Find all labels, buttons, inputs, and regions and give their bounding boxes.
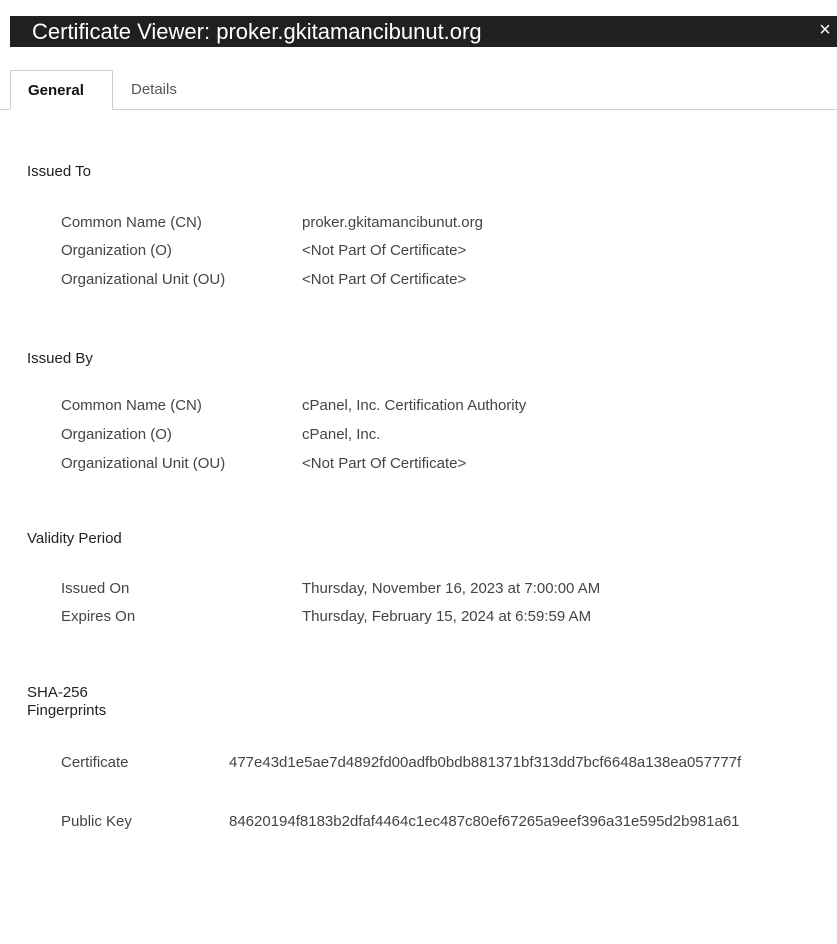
expires-on-label: Expires On bbox=[61, 608, 136, 625]
issued-by-ou-label: Organizational Unit (OU) bbox=[61, 455, 226, 472]
certificate-fingerprint-label: Certificate bbox=[61, 754, 129, 771]
issued-by-cn-value: cPanel, Inc. Certification Authority bbox=[302, 397, 527, 414]
dialog-title: Certificate Viewer: proker.gkitamancibun… bbox=[32, 19, 482, 44]
public-key-fingerprint-value: 84620194f8183b2dfaf4464c1ec487c80ef67265… bbox=[229, 813, 740, 830]
tab-general[interactable]: General bbox=[10, 70, 113, 110]
expires-on-value: Thursday, February 15, 2024 at 6:59:59 A… bbox=[302, 608, 592, 625]
dialog-titlebar: Certificate Viewer: proker.gkitamancibun… bbox=[0, 0, 837, 47]
public-key-fingerprint-label: Public Key bbox=[61, 813, 132, 830]
issued-to-ou-value: <Not Part Of Certificate> bbox=[302, 271, 467, 288]
close-icon[interactable]: × bbox=[813, 16, 837, 47]
section-heading-validity: Validity Period bbox=[27, 530, 122, 547]
section-heading-fingerprints-line2: Fingerprints bbox=[27, 702, 107, 719]
issued-by-o-label: Organization (O) bbox=[61, 426, 172, 443]
certificate-fingerprint-value: 477e43d1e5ae7d4892fd00adfb0bdb881371bf31… bbox=[229, 754, 742, 771]
section-heading-issued-by: Issued By bbox=[27, 350, 93, 367]
issued-to-cn-value: proker.gkitamancibunut.org bbox=[302, 214, 483, 231]
issued-to-o-value: <Not Part Of Certificate> bbox=[302, 242, 467, 259]
titlebar-background: Certificate Viewer: proker.gkitamancibun… bbox=[10, 16, 837, 47]
issued-to-ou-label: Organizational Unit (OU) bbox=[61, 271, 226, 288]
issued-to-cn-label: Common Name (CN) bbox=[61, 214, 202, 231]
issued-on-value: Thursday, November 16, 2023 at 7:00:00 A… bbox=[302, 580, 601, 597]
issued-by-ou-value: <Not Part Of Certificate> bbox=[302, 455, 467, 472]
section-heading-issued-to: Issued To bbox=[27, 163, 91, 180]
issued-by-cn-label: Common Name (CN) bbox=[61, 397, 202, 414]
issued-by-o-value: cPanel, Inc. bbox=[302, 426, 381, 443]
tab-details[interactable]: Details bbox=[131, 70, 177, 110]
issued-on-label: Issued On bbox=[61, 580, 130, 597]
issued-to-o-label: Organization (O) bbox=[61, 242, 172, 259]
section-heading-fingerprints-line1: SHA-256 bbox=[27, 684, 88, 701]
tab-bar: General Details bbox=[0, 70, 837, 110]
